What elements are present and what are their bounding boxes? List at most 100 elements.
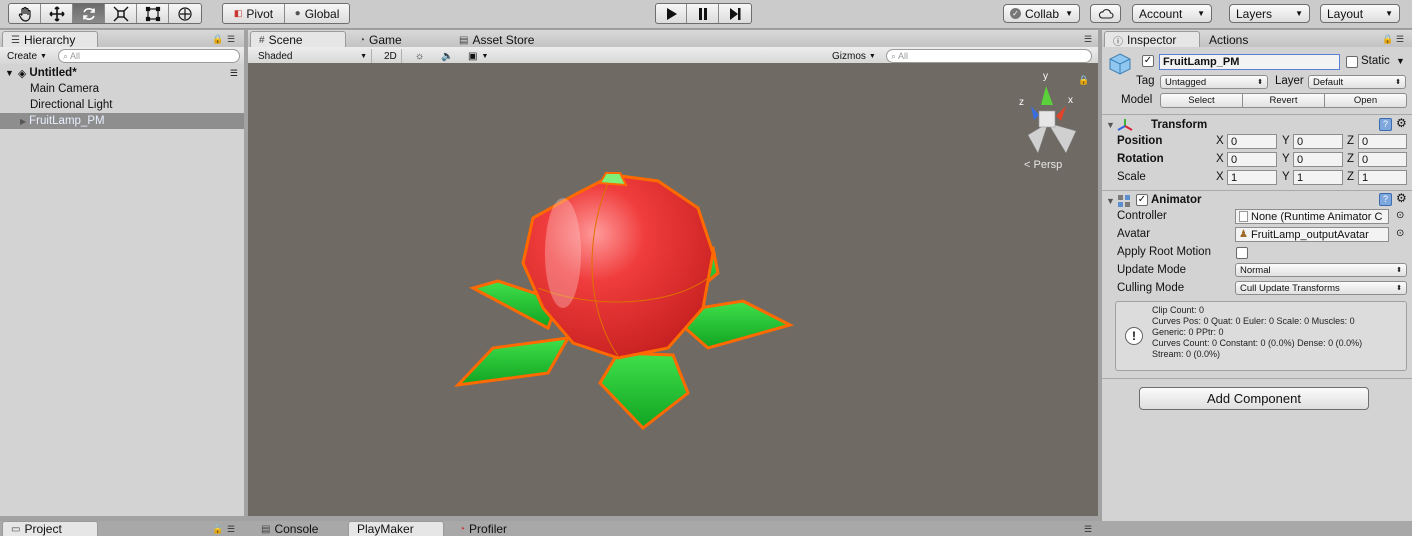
hierarchy-search-input[interactable]: ⌕ All (58, 49, 240, 63)
menu-icon[interactable]: ☰ (227, 524, 235, 535)
hierarchy-controls: Create ▼ ⌕ All (0, 47, 244, 65)
rotate-tool-button[interactable] (73, 4, 105, 23)
gizmo-cube (1038, 110, 1056, 128)
menu-icon[interactable]: ☰ (1084, 34, 1092, 45)
tab-playmaker-label: PlayMaker (357, 522, 414, 536)
add-component-button[interactable]: Add Component (1139, 387, 1369, 410)
tag-dropdown[interactable]: Untagged ⬍ (1160, 75, 1268, 89)
object-active-checkbox[interactable]: ✓ (1142, 55, 1154, 67)
lock-icon[interactable]: 🔒 (212, 524, 223, 535)
object-picker-icon[interactable]: ⊙ (1396, 210, 1404, 221)
layer-dropdown[interactable]: Default ⬍ (1308, 75, 1406, 89)
model-open-button[interactable]: Open (1325, 94, 1406, 107)
pivot-button[interactable]: ◧ Pivot (223, 4, 286, 23)
tab-inspector[interactable]: ⓘ Inspector (1104, 31, 1200, 48)
tab-playmaker[interactable]: PlayMaker (348, 521, 444, 536)
foldout-arrow-icon[interactable]: ▼ (1106, 196, 1115, 206)
update-mode-dropdown[interactable]: Normal ⬍ (1235, 263, 1407, 277)
axis-z-label: Z (1347, 153, 1355, 165)
move-tool-button[interactable] (41, 4, 73, 23)
fruit-lamp-model[interactable] (453, 172, 795, 431)
chevron-down-icon: ▼ (40, 52, 47, 60)
model-revert-button[interactable]: Revert (1243, 94, 1325, 107)
object-name-value: FruitLamp_PM (1163, 56, 1240, 68)
scale-x-field[interactable]: 1 (1227, 170, 1277, 185)
tab-project[interactable]: ▭ Project (2, 521, 98, 536)
avatar-field[interactable]: ♟ FruitLamp_outputAvatar (1235, 227, 1389, 242)
hierarchy-item[interactable]: Main Camera (0, 81, 244, 97)
tab-hierarchy[interactable]: ☰ Hierarchy (2, 31, 98, 48)
animator-info-box: ! Clip Count: 0 Curves Pos: 0 Quat: 0 Eu… (1115, 301, 1407, 371)
model-select-button[interactable]: Select (1161, 94, 1243, 107)
help-icon[interactable]: ? (1379, 118, 1392, 131)
scale-y-field[interactable]: 1 (1293, 170, 1343, 185)
hierarchy-item[interactable]: Directional Light (0, 97, 244, 113)
play-button[interactable] (656, 4, 688, 23)
global-button[interactable]: ● Global (285, 4, 349, 23)
hierarchy-item-selected[interactable]: ▶ FruitLamp_PM (0, 113, 244, 129)
search-icon: ⌕ (63, 50, 69, 61)
position-y-field[interactable]: 0 (1293, 134, 1343, 149)
scale-icon (113, 6, 128, 21)
updown-arrow-icon: ⬍ (1396, 267, 1402, 274)
create-dropdown[interactable]: Create ▼ (3, 49, 51, 63)
gear-icon[interactable]: ⚙ (1396, 116, 1407, 130)
effects-dropdown[interactable]: ▣ ▼ (464, 49, 492, 63)
model-open-label: Open (1353, 95, 1378, 106)
static-checkbox[interactable] (1346, 56, 1358, 68)
lock-icon[interactable]: 🔒 (212, 34, 223, 45)
position-z-field[interactable]: 0 (1358, 134, 1407, 149)
transform-tool-button[interactable] (169, 4, 201, 23)
cloud-button[interactable] (1090, 4, 1121, 23)
foldout-arrow-icon[interactable]: ▼ (1106, 120, 1115, 130)
menu-icon[interactable]: ☰ (230, 68, 238, 79)
culling-mode-dropdown[interactable]: Cull Update Transforms ⬍ (1235, 281, 1407, 295)
lock-icon[interactable]: 🔒 (1078, 75, 1089, 86)
layout-dropdown[interactable]: Layout ▼ (1320, 4, 1400, 23)
scene-root-row[interactable]: ▼ ◈ Untitled* ☰ (0, 65, 244, 81)
gear-icon[interactable]: ⚙ (1396, 191, 1407, 205)
tab-profiler[interactable]: ◔ Profiler (450, 521, 516, 536)
hand-tool-button[interactable] (9, 4, 41, 23)
menu-icon[interactable]: ☰ (227, 34, 235, 45)
lighting-toggle[interactable]: ☼ (411, 49, 428, 63)
tab-game[interactable]: ◔ Game (350, 31, 411, 48)
chevron-down-icon[interactable]: ▼ (1396, 56, 1405, 66)
rotation-z-field[interactable]: 0 (1358, 152, 1407, 167)
object-name-field[interactable]: FruitLamp_PM (1159, 54, 1340, 70)
gizmos-dropdown[interactable]: Gizmos ▼ (828, 49, 880, 63)
lock-icon[interactable]: 🔒 (1382, 34, 1393, 45)
tab-scene-label: Scene (268, 33, 303, 47)
apply-root-motion-checkbox[interactable] (1236, 247, 1248, 259)
projection-toggle[interactable]: < Persp (1024, 159, 1062, 171)
tab-console[interactable]: ▤ Console (252, 521, 327, 536)
menu-icon[interactable]: ☰ (1084, 524, 1092, 535)
object-picker-icon[interactable]: ⊙ (1396, 228, 1404, 239)
tab-scene[interactable]: # Scene (250, 31, 346, 48)
scene-viewport[interactable]: y x z 🔒 < Persp (248, 63, 1098, 516)
pause-button[interactable] (687, 4, 719, 23)
audio-toggle[interactable]: 🔈 (437, 49, 457, 63)
step-button[interactable] (719, 4, 751, 23)
animator-enabled-checkbox[interactable]: ✓ (1136, 194, 1148, 206)
component-divider (1102, 190, 1412, 191)
image-icon: ▣ (468, 50, 478, 62)
scene-search-input[interactable]: ⌕ All (886, 49, 1092, 63)
collab-dropdown[interactable]: ✓ Collab ▼ (1003, 4, 1080, 23)
rotation-x-field[interactable]: 0 (1227, 152, 1277, 167)
rect-tool-button[interactable] (137, 4, 169, 23)
scale-z-field[interactable]: 1 (1358, 170, 1407, 185)
menu-icon[interactable]: ☰ (1396, 34, 1404, 45)
2d-toggle[interactable]: 2D (380, 49, 402, 63)
position-x-field[interactable]: 0 (1227, 134, 1277, 149)
controller-field[interactable]: None (Runtime Animator C (1235, 209, 1389, 224)
shading-dropdown[interactable]: Shaded ▼ (254, 49, 372, 63)
tab-actions[interactable]: Actions (1200, 31, 1257, 48)
scale-tool-button[interactable] (105, 4, 137, 23)
help-icon[interactable]: ? (1379, 193, 1392, 206)
account-dropdown[interactable]: Account ▼ (1132, 4, 1212, 23)
rotation-y-field[interactable]: 0 (1293, 152, 1343, 167)
layers-dropdown[interactable]: Layers ▼ (1229, 4, 1310, 23)
tab-asset-store[interactable]: ▤ Asset Store (450, 31, 543, 48)
info-line: Stream: 0 (0.0%) (1152, 349, 1221, 359)
